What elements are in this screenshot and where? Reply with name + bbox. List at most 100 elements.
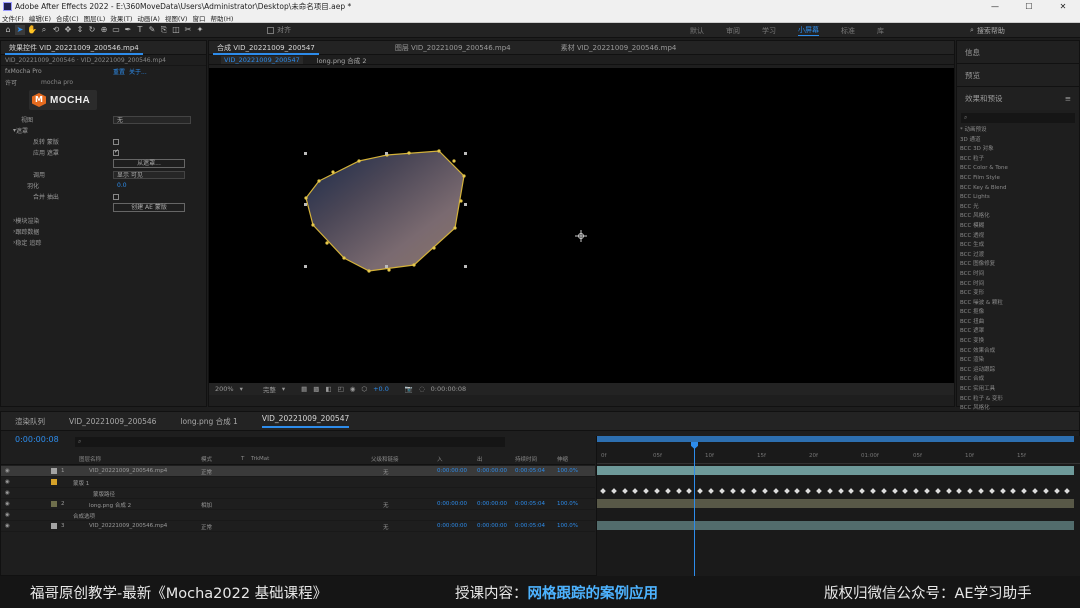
keyframe-diamond[interactable] bbox=[729, 488, 736, 494]
layer-parent-dropdown[interactable]: 无 bbox=[383, 468, 389, 476]
workspace-learn[interactable]: 学习 bbox=[762, 26, 776, 36]
keyframe-diamond[interactable] bbox=[675, 488, 682, 494]
resolution-dropdown[interactable]: 完整 bbox=[263, 384, 276, 394]
keyframe-diamond[interactable] bbox=[805, 488, 812, 494]
transparency-grid-icon[interactable]: ▩ bbox=[313, 385, 319, 393]
tab-comp-2[interactable]: long.png 合成 1 bbox=[180, 416, 237, 427]
hand-tool-icon[interactable]: ✋ bbox=[27, 25, 37, 35]
viewer-canvas[interactable] bbox=[209, 68, 954, 383]
tab-effect-controls[interactable]: 效果控件 VID_20221009_200546.mp4 bbox=[5, 41, 143, 55]
layer-bar-1[interactable] bbox=[597, 466, 1074, 475]
comp-breadcrumb-current[interactable]: VID_20221009_200547 bbox=[221, 55, 303, 64]
layer-mode-dropdown[interactable]: 相加 bbox=[201, 501, 212, 509]
reset-link[interactable]: 重置 bbox=[113, 67, 125, 76]
effects-category-item[interactable]: BCC 渲染 bbox=[957, 356, 1079, 366]
workspace-standard[interactable]: 标准 bbox=[841, 26, 855, 36]
layer-in-point[interactable]: 0:00:00:00 bbox=[437, 468, 467, 474]
preview-panel-header[interactable]: 预览 bbox=[957, 64, 1079, 87]
snapshot-icon[interactable]: 📷 bbox=[405, 385, 413, 393]
keyframe-diamond[interactable] bbox=[762, 488, 768, 494]
label-color-swatch[interactable] bbox=[51, 523, 57, 529]
puppet-tool-icon[interactable]: ✦ bbox=[195, 25, 205, 35]
panel-menu-icon[interactable]: ≡ bbox=[1065, 87, 1071, 110]
effects-category-item[interactable]: BCC 效果合成 bbox=[957, 347, 1079, 357]
table-row[interactable]: ◉ 合成选项 bbox=[1, 510, 595, 521]
about-link[interactable]: 关于... bbox=[129, 67, 147, 76]
keyframe-diamond[interactable] bbox=[740, 488, 747, 494]
composition-viewer[interactable]: 200% ▾ 完整 ▾ ▦ ▩ ◧ ◰ ◉ ⬡ +0.0 📷 ◌ 0:00:00… bbox=[209, 68, 954, 395]
keyframe-diamond[interactable] bbox=[924, 488, 930, 494]
layer-name[interactable]: 蒙版 1 bbox=[73, 479, 89, 487]
create-ae-mask-button[interactable]: 创建 AE 蒙版 bbox=[113, 203, 185, 212]
keyframe-diamond[interactable] bbox=[1021, 488, 1028, 494]
type-tool-icon[interactable]: T bbox=[135, 25, 145, 35]
layer-stretch[interactable]: 100.0% bbox=[557, 523, 578, 529]
close-button[interactable]: ✕ bbox=[1046, 0, 1080, 13]
info-panel-header[interactable]: 信息 bbox=[957, 41, 1079, 64]
effects-category-item[interactable]: BCC 时间 bbox=[957, 280, 1079, 290]
keyframe-diamond[interactable] bbox=[1053, 488, 1060, 494]
shape-tool-icon[interactable]: ▭ bbox=[111, 25, 121, 35]
layer-bar-2[interactable] bbox=[597, 499, 1074, 508]
effect-header-row[interactable]: fx Mocha Pro 重置 关于... bbox=[1, 66, 206, 77]
playhead-handle[interactable] bbox=[691, 442, 698, 449]
effects-category-item[interactable]: BCC 实用工具 bbox=[957, 385, 1079, 395]
workspace-library[interactable]: 库 bbox=[877, 26, 884, 36]
layer-dropdown[interactable]: 显示 可见 bbox=[113, 170, 185, 179]
label-color-swatch[interactable] bbox=[51, 479, 57, 485]
visibility-eye-icon[interactable]: ◉ bbox=[5, 501, 10, 507]
selection-tool-icon[interactable]: ➤ bbox=[15, 25, 25, 35]
visibility-eye-icon[interactable]: ◉ bbox=[5, 479, 10, 485]
keyframe-diamond[interactable] bbox=[1032, 488, 1038, 494]
keyframe-diamond[interactable] bbox=[848, 488, 855, 494]
tab-layer[interactable]: 图层 VID_20221009_200546.mp4 bbox=[391, 41, 515, 55]
minimize-button[interactable]: — bbox=[978, 0, 1012, 13]
keyframe-diamond[interactable] bbox=[686, 488, 693, 494]
tab-render-queue[interactable]: 渲染队列 bbox=[15, 416, 45, 427]
menu-window[interactable]: 窗口 bbox=[192, 13, 205, 23]
effects-category-item[interactable]: BCC 变形 bbox=[957, 289, 1079, 299]
effects-category-item[interactable]: BCC 3D 对象 bbox=[957, 145, 1079, 155]
table-row[interactable]: ◉ 3 VID_20221009_200546.mp4 正常 无 0:00:00:00 0:… bbox=[1, 521, 595, 532]
layer-name[interactable]: 蒙版路径 bbox=[93, 490, 115, 498]
effects-presets-header[interactable]: 效果和预设 ≡ bbox=[957, 87, 1079, 110]
viewer-timecode[interactable]: 0:00:00:08 bbox=[431, 385, 467, 393]
brush-tool-icon[interactable]: ✎ bbox=[147, 25, 157, 35]
home-icon[interactable]: ⌂ bbox=[3, 25, 13, 35]
layer-parent-dropdown[interactable]: 无 bbox=[383, 501, 389, 509]
layer-bar-3[interactable] bbox=[597, 521, 1074, 530]
layer-out-point[interactable]: 0:00:00:00 bbox=[477, 501, 507, 507]
menu-composition[interactable]: 合成(C) bbox=[56, 13, 79, 23]
playhead-line[interactable] bbox=[694, 442, 695, 577]
rotate-tool-icon[interactable]: ↻ bbox=[87, 25, 97, 35]
timeline-graph[interactable]: 0f 05f 10f 15f 20f 01:00f 05f 10f 15f bbox=[596, 436, 1080, 577]
keyframe-diamond[interactable] bbox=[600, 488, 606, 494]
invert-matte-checkbox[interactable] bbox=[113, 138, 119, 145]
menu-view[interactable]: 视图(V) bbox=[165, 13, 188, 23]
effects-category-item[interactable]: BCC 变换 bbox=[957, 337, 1079, 347]
menu-effect[interactable]: 效果(T) bbox=[110, 13, 132, 23]
effects-category-item[interactable]: BCC 粒子 & 变形 bbox=[957, 395, 1079, 405]
effects-category-item[interactable]: BCC 过渡 bbox=[957, 251, 1079, 261]
effects-category-item[interactable]: BCC Lights bbox=[957, 193, 1079, 203]
label-color-swatch[interactable] bbox=[51, 501, 57, 507]
workspace-small-screen[interactable]: 小屏幕 bbox=[798, 25, 819, 36]
effects-category-item[interactable]: * 动画预设 bbox=[957, 126, 1079, 136]
effects-category-item[interactable]: BCC Key & Blend bbox=[957, 184, 1079, 194]
layer-duration[interactable]: 0:00:05:04 bbox=[515, 523, 545, 529]
fx-row-matte[interactable]: ▾ 遮罩 bbox=[1, 125, 206, 136]
keyframe-diamond[interactable] bbox=[1064, 488, 1071, 494]
keyframe-diamond[interactable] bbox=[945, 488, 952, 494]
layer-in-point[interactable]: 0:00:00:00 bbox=[437, 523, 467, 529]
effects-category-item[interactable]: 3D 通道 bbox=[957, 136, 1079, 146]
eraser-tool-icon[interactable]: ◫ bbox=[171, 25, 181, 35]
help-search-input[interactable]: ⌕ 搜索帮助 bbox=[970, 25, 1076, 36]
tab-comp-1[interactable]: VID_20221009_200546 bbox=[69, 417, 156, 426]
keyframe-diamond[interactable] bbox=[934, 488, 941, 494]
layer-mode-dropdown[interactable]: 正常 bbox=[201, 468, 212, 476]
3d-view-icon[interactable]: ⬡ bbox=[361, 385, 367, 393]
keyframe-diamond[interactable] bbox=[1042, 488, 1049, 494]
keyframe-diamond[interactable] bbox=[816, 488, 822, 494]
anchor-point-icon[interactable] bbox=[575, 230, 587, 242]
keyframe-diamond[interactable] bbox=[751, 488, 758, 494]
